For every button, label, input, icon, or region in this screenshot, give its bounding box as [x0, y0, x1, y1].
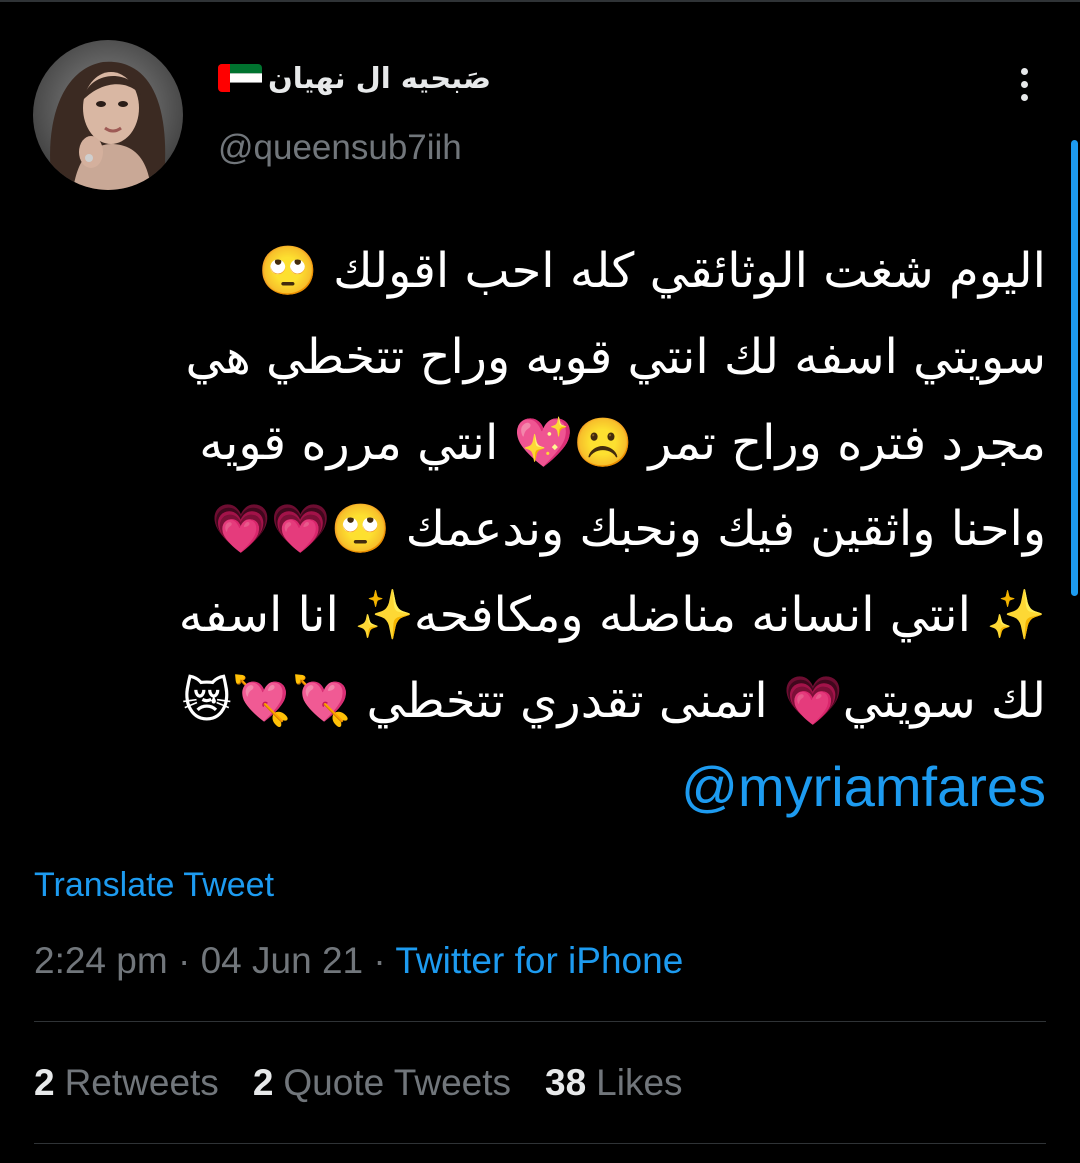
- retweets-stat[interactable]: 2 Retweets: [34, 1062, 219, 1104]
- mention-link[interactable]: @myriamfares: [36, 744, 1046, 830]
- retweets-label: Retweets: [64, 1062, 219, 1103]
- user-handle[interactable]: @queensub7iih: [218, 128, 462, 168]
- tweet-line: مجرد فتره وراح تمر ☹️💖 انتي مرره قويه: [199, 415, 1046, 471]
- tweet-stats: 2 Retweets 2 Quote Tweets 38 Likes: [34, 1062, 683, 1104]
- tweet-time: 2:24 pm: [34, 940, 168, 981]
- display-name[interactable]: صَبحيه ال نهيان: [218, 58, 491, 98]
- quote-tweets-stat[interactable]: 2 Quote Tweets: [253, 1062, 511, 1104]
- stats-bottom-divider: [34, 1143, 1046, 1144]
- uae-flag-icon: [218, 64, 262, 92]
- translate-tweet-link[interactable]: Translate Tweet: [34, 866, 274, 905]
- meta-separator: ·: [177, 940, 191, 981]
- tweet-line: ✨ انتي انسانه مناضله ومكافحه✨ انا اسفه: [178, 587, 1046, 643]
- avatar[interactable]: [33, 40, 183, 190]
- retweets-count: 2: [34, 1062, 55, 1103]
- quote-tweets-count: 2: [252, 1062, 274, 1103]
- likes-stat[interactable]: 38 Likes: [545, 1062, 683, 1104]
- tweet-meta: 2:24 pm · 04 Jun 21 · Twitter for iPhone: [34, 940, 683, 982]
- tweet-text: اليوم شغت الوثائقي كله احب اقولك 🙄 سويتي…: [36, 228, 1046, 830]
- display-name-text: صَبحيه ال نهيان: [268, 61, 491, 95]
- meta-separator: ·: [373, 940, 386, 981]
- tweet-date: 04 Jun 21: [200, 940, 364, 981]
- tweet-line: واحنا واثقين فيك ونحبك وندعمك 🙄💗💗: [211, 501, 1046, 557]
- scroll-indicator[interactable]: [1071, 140, 1078, 596]
- tweet-line: سويتي اسفه لك انتي قويه وراح تتخطي هي: [185, 329, 1046, 385]
- likes-label: Likes: [596, 1062, 683, 1103]
- tweet-source-link[interactable]: Twitter for iPhone: [395, 940, 683, 981]
- tweet-line: اليوم شغت الوثائقي كله احب اقولك 🙄: [258, 243, 1046, 299]
- stats-top-divider: [34, 1021, 1046, 1022]
- quote-tweets-label: Quote Tweets: [283, 1062, 512, 1103]
- top-divider: [0, 0, 1080, 2]
- more-dot: [1020, 67, 1028, 75]
- more-vertical-icon[interactable]: [1006, 62, 1042, 106]
- likes-count: 38: [545, 1062, 587, 1103]
- more-dot: [1020, 93, 1028, 101]
- more-dot: [1020, 80, 1028, 88]
- avatar-image: [33, 40, 183, 190]
- tweet-line: لك سويتي💗 اتمنى تقدري تتخطي 💘💘😿: [181, 673, 1046, 729]
